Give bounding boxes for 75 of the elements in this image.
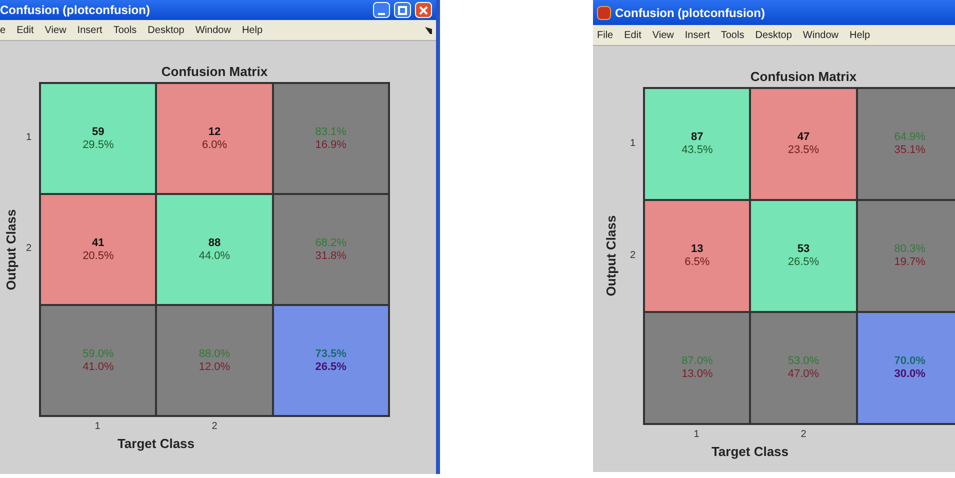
minimize-icon	[378, 13, 385, 15]
menu-item[interactable]: Insert	[684, 28, 710, 42]
tick-label: 1	[94, 420, 100, 434]
count-text: 41	[92, 236, 104, 250]
percent-text: 43.5%	[682, 144, 713, 157]
percent-text: 59.0%	[82, 348, 114, 360]
percent-text: 35.1%	[894, 144, 926, 157]
menu-item[interactable]: Edit	[624, 28, 642, 42]
percent-text: 83.1%	[315, 126, 346, 138]
menu-item[interactable]: Desktop	[148, 22, 184, 38]
percent-text: 73.5%	[315, 348, 346, 360]
percent-text: 6.0%	[202, 138, 228, 152]
percent-text: 80.3%	[894, 243, 926, 256]
percent-text: 41.0%	[82, 360, 114, 374]
close-icon	[419, 6, 428, 14]
maximize-icon	[398, 6, 407, 15]
chart-title: Confusion Matrix	[749, 68, 858, 86]
count-text: 59	[92, 126, 104, 138]
percent-text: 64.9%	[894, 131, 926, 144]
menu-item[interactable]: View	[44, 22, 66, 38]
count-text: 88	[208, 236, 221, 250]
menu-item[interactable]: Tools	[113, 22, 137, 38]
percent-text: 44.0%	[198, 250, 230, 262]
tick-label: 2	[212, 420, 218, 434]
percent-text: 16.9%	[315, 138, 346, 152]
menu-item[interactable]: Window	[195, 22, 231, 38]
chart-title: Confusion Matrix	[160, 63, 269, 81]
percent-text: 53.0%	[788, 355, 820, 368]
tick-label: 1	[694, 428, 700, 442]
menu-item[interactable]: Help	[850, 28, 870, 42]
percent-text: 70.0%	[894, 355, 926, 368]
menu-item[interactable]: View	[652, 28, 674, 42]
count-text: 87	[691, 131, 704, 144]
percent-text: 26.5%	[315, 360, 346, 374]
window-title: Confusion (plotconfusion)	[0, 2, 150, 19]
count-text: 13	[691, 243, 704, 256]
percent-text: 13.0%	[682, 368, 713, 381]
tick-label: 1	[26, 131, 32, 145]
percent-text: 19.7%	[894, 256, 926, 269]
percent-text: 29.5%	[82, 138, 114, 152]
percent-text: 30.0%	[894, 368, 926, 381]
percent-text: 20.5%	[82, 250, 114, 262]
percent-text: 23.5%	[788, 144, 820, 157]
maximize-button[interactable]	[394, 2, 411, 18]
close-button[interactable]	[415, 2, 432, 18]
axis-label: Output Class	[2, 209, 20, 290]
percent-text: 87.0%	[682, 355, 713, 368]
window-title: Confusion (plotconfusion)	[615, 4, 765, 22]
percent-text: 68.2%	[315, 236, 346, 250]
axis-label: Output Class	[602, 216, 620, 296]
menu-item[interactable]: Desktop	[755, 28, 792, 42]
menu-item[interactable]: Edit	[16, 22, 34, 38]
tick-label: 2	[800, 428, 806, 442]
percent-text: 6.5%	[684, 256, 710, 269]
count-text: 53	[797, 243, 810, 256]
tick-label: 2	[630, 248, 636, 262]
menu-item[interactable]: Help	[242, 22, 263, 38]
menu-item[interactable]: Insert	[77, 22, 102, 38]
percent-text: 88.0%	[198, 348, 230, 360]
axis-label: Target Class	[711, 443, 789, 461]
count-text: 47	[797, 131, 810, 144]
dock-arrow-icon[interactable]	[425, 26, 432, 34]
menu-item[interactable]: Tools	[720, 28, 744, 42]
tick-label: 1	[630, 136, 636, 150]
percent-text: 12.0%	[198, 360, 230, 374]
percent-text: 26.5%	[788, 256, 820, 269]
axis-label: Target Class	[117, 435, 195, 453]
menu-item[interactable]: e	[0, 22, 6, 38]
menu-item[interactable]: Window	[802, 28, 838, 42]
percent-text: 31.8%	[315, 250, 346, 262]
count-text: 12	[208, 126, 221, 138]
minimize-button[interactable]	[373, 2, 390, 18]
tick-label: 2	[26, 242, 32, 256]
menu-item[interactable]: File	[597, 28, 614, 42]
percent-text: 47.0%	[788, 368, 820, 381]
